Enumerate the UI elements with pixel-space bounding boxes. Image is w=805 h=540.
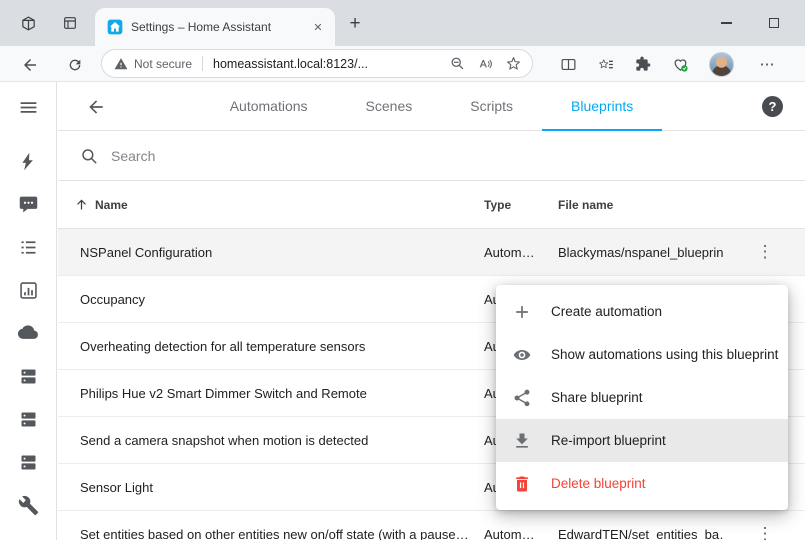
plus-icon (512, 302, 532, 322)
download-icon (512, 431, 532, 451)
tab-scenes[interactable]: Scenes (337, 82, 442, 131)
minimize-icon (721, 22, 732, 24)
not-secure-warning-icon (114, 57, 128, 71)
sidebar-server-icon-3[interactable] (15, 449, 41, 475)
browser-tab-settings-home-assistant[interactable]: Settings – Home Assistant ✕ (95, 8, 335, 46)
sort-ascending-icon (74, 197, 89, 212)
browser-menu-icon[interactable]: ⋯ (755, 51, 781, 77)
split-screen-icon[interactable] (560, 56, 577, 73)
table-row-set-entities[interactable]: Set entities based on other entities new… (58, 511, 805, 540)
sidebar-server-icon-2[interactable] (15, 406, 41, 432)
eye-icon (512, 345, 532, 365)
security-label[interactable]: Not secure (134, 57, 192, 71)
sidebar-developer-tools-icon[interactable] (15, 492, 41, 518)
extensions-icon[interactable] (635, 56, 651, 72)
close-tab-icon[interactable]: ✕ (309, 18, 327, 36)
menu-item-create-automation[interactable]: Create automation (496, 290, 788, 333)
ha-sidebar (0, 82, 57, 540)
sidebar-menu-icon[interactable] (15, 94, 41, 120)
back-arrow-icon (21, 56, 39, 74)
screen: Settings – Home Assistant ✕ + Not secure… (0, 0, 805, 540)
ha-nav-tabs: Automations Scenes Scripts Blueprints (58, 82, 805, 131)
browser-essentials-icon[interactable] (672, 56, 689, 73)
url-text[interactable]: homeassistant.local:8123/... (213, 57, 440, 71)
address-bar[interactable]: Not secure homeassistant.local:8123/... (101, 49, 533, 78)
tab-scripts[interactable]: Scripts (441, 82, 542, 131)
workspaces-icon[interactable] (15, 10, 41, 36)
tab-actions-icon[interactable] (57, 10, 83, 36)
search-icon (80, 147, 98, 165)
table-row-nspanel-configuration[interactable]: NSPanel Configuration Autom… Blackymas/n… (58, 229, 805, 276)
menu-item-reimport-blueprint[interactable]: Re-import blueprint (496, 419, 788, 462)
favorite-star-icon[interactable] (502, 53, 524, 75)
row-kebab-menu-icon[interactable]: ⋮ (725, 524, 805, 540)
ha-header: Automations Scenes Scripts Blueprints ? (58, 82, 805, 131)
window-maximize-button[interactable] (759, 9, 789, 37)
trash-icon (512, 474, 532, 494)
favorites-icon[interactable] (598, 56, 615, 73)
column-header-file[interactable]: File name (558, 198, 725, 212)
column-header-type[interactable]: Type (484, 198, 558, 212)
browser-refresh-button[interactable] (61, 51, 88, 78)
share-icon (512, 388, 532, 408)
sidebar-server-icon-1[interactable] (15, 363, 41, 389)
menu-item-share-blueprint[interactable]: Share blueprint (496, 376, 788, 419)
help-icon[interactable]: ? (762, 96, 783, 117)
search-input[interactable] (111, 148, 805, 164)
browser-back-button[interactable] (16, 51, 43, 78)
sidebar-cloud-icon[interactable] (15, 320, 41, 346)
home-assistant-favicon-icon (107, 19, 123, 35)
zoom-out-icon[interactable] (446, 53, 468, 75)
tab-blueprints[interactable]: Blueprints (542, 82, 662, 131)
sidebar-history-chart-icon[interactable] (15, 277, 41, 303)
table-header: Name Type File name (58, 181, 805, 229)
browser-toolbar: Not secure homeassistant.local:8123/... (0, 46, 805, 82)
menu-item-show-automations[interactable]: Show automations using this blueprint (496, 333, 788, 376)
sidebar-todo-list-icon[interactable] (15, 234, 41, 260)
toolbar-right-group: ⋯ (540, 46, 801, 82)
row-kebab-menu-icon[interactable]: ⋮ (725, 242, 805, 262)
tab-automations[interactable]: Automations (201, 82, 337, 131)
column-header-name[interactable]: Name (58, 197, 484, 212)
tab-title: Settings – Home Assistant (131, 20, 301, 34)
browser-tabstrip: Settings – Home Assistant ✕ + (0, 0, 805, 46)
refresh-icon (67, 57, 83, 73)
maximize-icon (769, 18, 779, 28)
home-assistant-app: Automations Scenes Scripts Blueprints ? … (0, 82, 805, 540)
blueprint-context-menu: Create automation Show automations using… (496, 285, 788, 510)
new-tab-button[interactable]: + (343, 12, 367, 36)
read-aloud-icon[interactable] (474, 53, 496, 75)
sidebar-energy-icon[interactable] (15, 148, 41, 174)
menu-item-delete-blueprint[interactable]: Delete blueprint (496, 462, 788, 505)
window-minimize-button[interactable] (711, 9, 741, 37)
search-bar (58, 131, 805, 181)
profile-avatar[interactable] (709, 52, 734, 77)
address-divider (202, 56, 203, 71)
sidebar-assist-icon[interactable] (15, 191, 41, 217)
